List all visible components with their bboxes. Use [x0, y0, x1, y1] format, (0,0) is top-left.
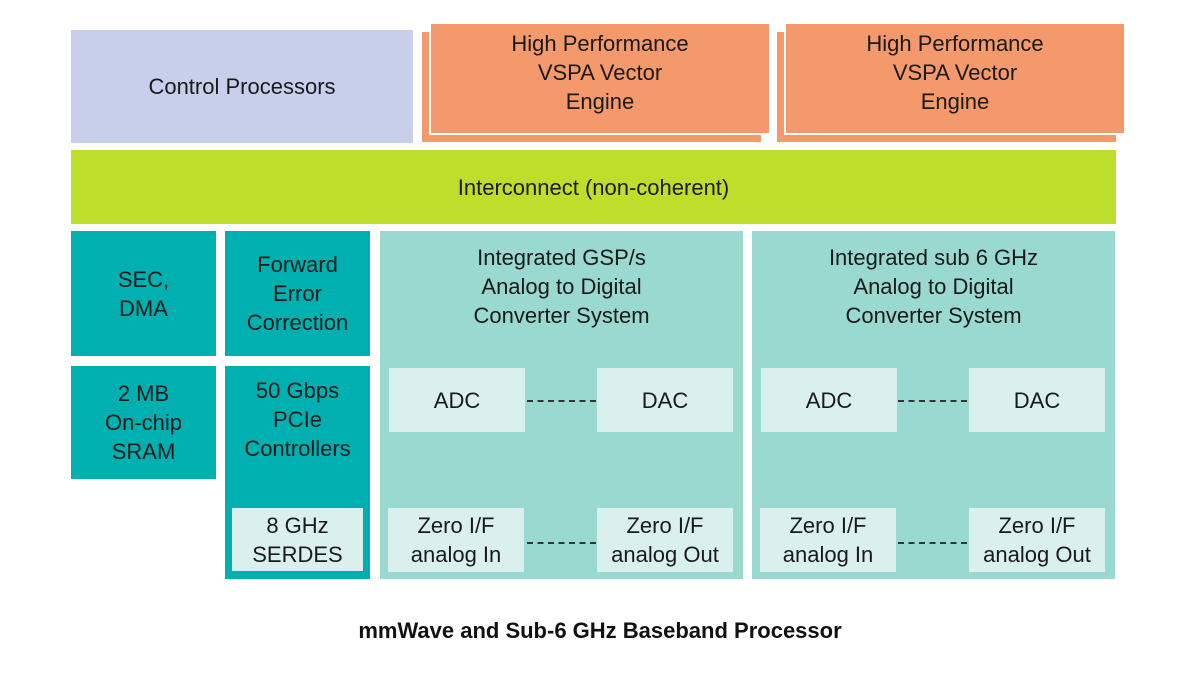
zero-if-in-block: Zero I/F analog In — [388, 508, 524, 572]
fec-block: Forward Error Correction — [225, 231, 370, 356]
sram-block: 2 MB On-chip SRAM — [71, 366, 216, 479]
zero-if-out-block: Zero I/F analog Out — [969, 508, 1105, 572]
control-processors-label: Control Processors — [148, 74, 336, 99]
vspa-engine-1-block: High Performance VSPA Vector Engine — [429, 24, 771, 135]
serdes-label: 8 GHz SERDES — [252, 512, 343, 567]
vspa-engine-2-label: High Performance VSPA Vector Engine — [866, 31, 1044, 114]
zero-if-in-block: Zero I/F analog In — [760, 508, 896, 572]
control-processors-block: Control Processors — [71, 30, 413, 143]
adc-dac-connector — [898, 400, 967, 402]
adc-system-gsps-title: Integrated GSP/s Analog to Digital Conve… — [473, 245, 650, 328]
serdes-block: 8 GHz SERDES — [232, 508, 363, 571]
adc-system-sub6-title: Integrated sub 6 GHz Analog to Digital C… — [828, 245, 1039, 328]
vspa-engine-2-block: High Performance VSPA Vector Engine — [784, 24, 1126, 135]
diagram-title: mmWave and Sub-6 GHz Baseband Processor — [358, 618, 842, 643]
dac-block: DAC — [597, 368, 733, 432]
sec-dma-block: SEC, DMA — [71, 231, 216, 356]
adc-block: ADC — [389, 368, 525, 432]
fec-label: Forward Error Correction — [246, 252, 349, 335]
pcie-label: 50 Gbps PCIe Controllers — [244, 378, 351, 461]
interconnect-label: Interconnect (non-coherent) — [457, 174, 730, 200]
sec-dma-label: SEC, DMA — [117, 266, 170, 321]
sram-label: 2 MB On-chip SRAM — [104, 381, 183, 464]
adc-dac-connector — [527, 400, 596, 402]
zero-if-connector — [527, 542, 596, 544]
vspa-engine-1-label: High Performance VSPA Vector Engine — [511, 31, 689, 114]
dac-block: DAC — [969, 368, 1105, 432]
zero-if-out-block: Zero I/F analog Out — [597, 508, 733, 572]
adc-block: ADC — [761, 368, 897, 432]
zero-if-connector — [898, 542, 967, 544]
interconnect-bar: Interconnect (non-coherent) — [71, 150, 1116, 224]
